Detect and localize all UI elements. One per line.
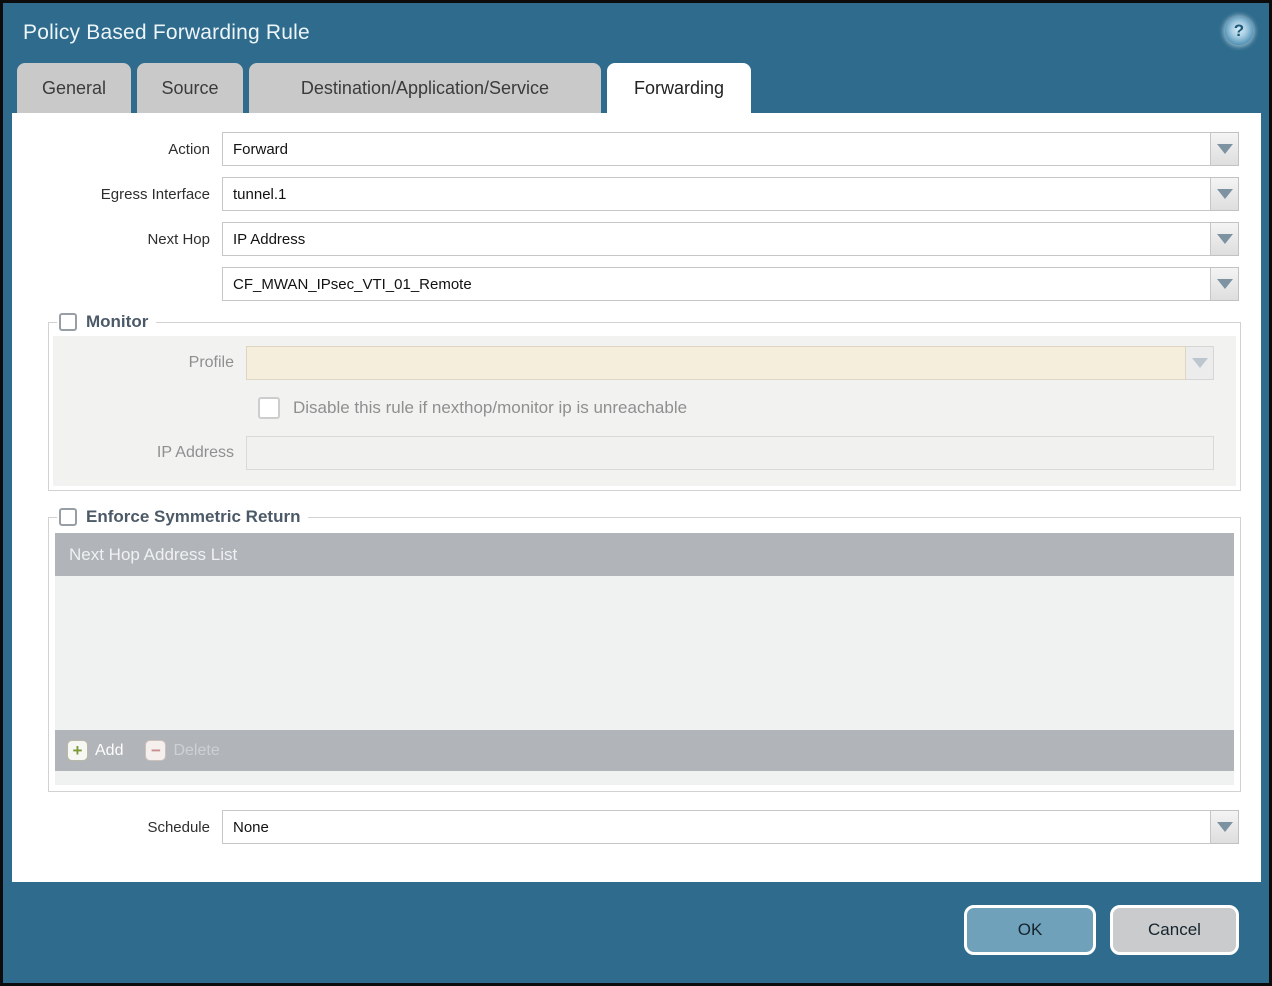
disable-rule-row: Disable this rule if nexthop/monitor ip … bbox=[258, 396, 1236, 420]
enforce-symmetric-return-legend-label: Enforce Symmetric Return bbox=[86, 507, 300, 527]
forwarding-tab-content: Action Egress Interface Next Hop bbox=[12, 113, 1261, 882]
monitor-checkbox[interactable] bbox=[59, 313, 77, 331]
schedule-dropdown-button[interactable] bbox=[1211, 810, 1239, 844]
egress-interface-input[interactable] bbox=[222, 177, 1211, 211]
next-hop-address-combo bbox=[222, 267, 1239, 301]
tab-forwarding[interactable]: Forwarding bbox=[607, 63, 751, 113]
next-hop-address-list-body bbox=[55, 576, 1234, 730]
policy-based-forwarding-dialog: Policy Based Forwarding Rule ? General S… bbox=[0, 0, 1272, 986]
schedule-combo bbox=[222, 810, 1239, 844]
profile-label: Profile bbox=[53, 354, 246, 372]
delete-button: − Delete bbox=[145, 740, 219, 761]
schedule-label: Schedule bbox=[12, 819, 222, 836]
cancel-button[interactable]: Cancel bbox=[1110, 905, 1239, 955]
monitor-group: Monitor Profile Disable this rule if nex… bbox=[48, 312, 1241, 491]
disable-rule-checkbox bbox=[258, 397, 280, 419]
profile-dropdown-button bbox=[1186, 346, 1214, 380]
next-hop-address-list-toolbar: + Add − Delete bbox=[55, 730, 1234, 771]
egress-interface-label: Egress Interface bbox=[12, 186, 222, 203]
next-hop-address-list-header: Next Hop Address List bbox=[55, 533, 1234, 576]
next-hop-address-row bbox=[12, 267, 1261, 301]
minus-icon: − bbox=[145, 740, 166, 761]
dialog-titlebar: Policy Based Forwarding Rule ? bbox=[3, 3, 1269, 63]
disable-rule-label: Disable this rule if nexthop/monitor ip … bbox=[293, 398, 687, 418]
chevron-down-icon bbox=[1217, 822, 1233, 832]
egress-interface-row: Egress Interface bbox=[12, 177, 1261, 211]
tab-general[interactable]: General bbox=[17, 63, 131, 113]
profile-input bbox=[246, 346, 1186, 380]
egress-interface-dropdown-button[interactable] bbox=[1211, 177, 1239, 211]
monitor-ip-address-combo bbox=[246, 436, 1214, 470]
help-icon[interactable]: ? bbox=[1225, 17, 1253, 45]
monitor-legend: Monitor bbox=[57, 312, 156, 332]
plus-icon: + bbox=[67, 740, 88, 761]
chevron-down-icon bbox=[1217, 189, 1233, 199]
next-hop-combo bbox=[222, 222, 1239, 256]
monitor-legend-label: Monitor bbox=[86, 312, 148, 332]
action-input[interactable] bbox=[222, 132, 1211, 166]
next-hop-address-dropdown-button[interactable] bbox=[1211, 267, 1239, 301]
dialog-title: Policy Based Forwarding Rule bbox=[23, 21, 310, 45]
monitor-ip-address-label: IP Address bbox=[53, 444, 246, 462]
next-hop-dropdown-button[interactable] bbox=[1211, 222, 1239, 256]
action-row: Action bbox=[12, 132, 1261, 166]
chevron-down-icon bbox=[1217, 144, 1233, 154]
tab-source[interactable]: Source bbox=[137, 63, 243, 113]
next-hop-address-list-table: Next Hop Address List + Add − Delete bbox=[55, 533, 1234, 785]
enforce-symmetric-return-checkbox[interactable] bbox=[59, 508, 77, 526]
action-dropdown-button[interactable] bbox=[1211, 132, 1239, 166]
profile-combo bbox=[246, 346, 1214, 380]
schedule-row: Schedule bbox=[12, 810, 1261, 844]
action-combo bbox=[222, 132, 1239, 166]
next-hop-label: Next Hop bbox=[12, 231, 222, 248]
next-hop-address-list-header-label: Next Hop Address List bbox=[69, 545, 237, 565]
ok-button[interactable]: OK bbox=[964, 905, 1096, 955]
enforce-symmetric-return-group: Enforce Symmetric Return Next Hop Addres… bbox=[48, 507, 1241, 792]
monitor-panel: Profile Disable this rule if nexthop/mon… bbox=[53, 336, 1236, 486]
add-button[interactable]: + Add bbox=[67, 740, 123, 761]
next-hop-address-list-bottom-strip bbox=[55, 771, 1234, 785]
tab-bar: General Source Destination/Application/S… bbox=[3, 63, 1269, 113]
monitor-ip-address-input bbox=[246, 436, 1214, 470]
chevron-down-icon bbox=[1192, 358, 1208, 368]
action-label: Action bbox=[12, 141, 222, 158]
next-hop-row: Next Hop bbox=[12, 222, 1261, 256]
chevron-down-icon bbox=[1217, 234, 1233, 244]
add-button-label: Add bbox=[95, 742, 123, 760]
tab-destination-application-service[interactable]: Destination/Application/Service bbox=[249, 63, 601, 113]
dialog-footer: OK Cancel bbox=[3, 882, 1269, 978]
delete-button-label: Delete bbox=[173, 742, 219, 760]
monitor-ip-address-row: IP Address bbox=[53, 436, 1236, 470]
next-hop-address-input[interactable] bbox=[222, 267, 1211, 301]
chevron-down-icon bbox=[1217, 279, 1233, 289]
schedule-input[interactable] bbox=[222, 810, 1211, 844]
egress-interface-combo bbox=[222, 177, 1239, 211]
next-hop-type-input[interactable] bbox=[222, 222, 1211, 256]
enforce-symmetric-return-legend: Enforce Symmetric Return bbox=[57, 507, 308, 527]
profile-row: Profile bbox=[53, 346, 1236, 380]
